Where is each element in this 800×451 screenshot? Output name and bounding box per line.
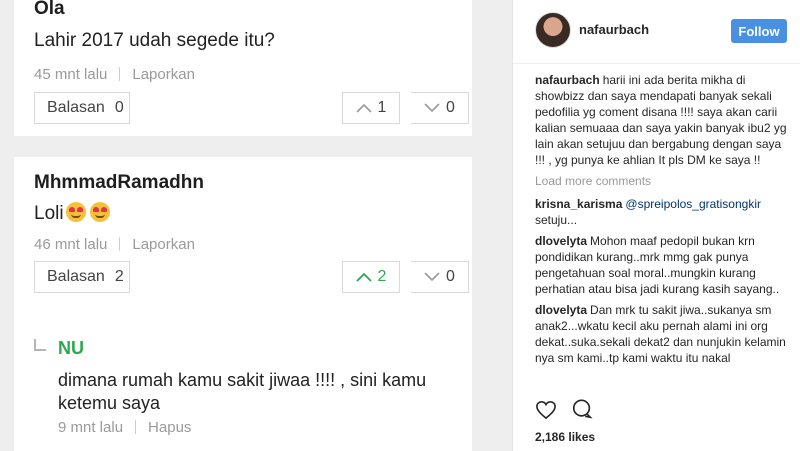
reply-author[interactable]: NU: [58, 338, 84, 359]
page-gutter: [472, 0, 512, 451]
reply-corner-icon: [34, 339, 46, 351]
divider: [119, 67, 121, 81]
upvote-count: 1: [377, 99, 387, 116]
heart-eyes-emoji: [89, 202, 110, 222]
arrow-down-icon: [424, 272, 440, 282]
arrow-up-icon: [355, 272, 372, 282]
instagram-post-panel: nafaurbach Follow nafaurbach harii ini ad…: [512, 0, 800, 451]
upvote-count: 2: [377, 268, 387, 285]
arrow-down-icon: [424, 103, 440, 113]
ig-comment: krisna_karisma @spreipolos_gratisongkirse…: [535, 196, 793, 228]
comment-time: 45 mnt lalu: [34, 66, 108, 83]
load-more-comments-link[interactable]: Load more comments: [535, 173, 793, 189]
comment-author[interactable]: Ola: [34, 0, 65, 20]
reply-text-line: dimana rumah kamu sakit jiwaa !!!! , sin…: [58, 370, 427, 390]
comment-meta: 45 mnt lalu Laporkan: [34, 66, 195, 83]
heart-icon[interactable]: [535, 400, 557, 425]
caption-username[interactable]: nafaurbach: [535, 73, 600, 87]
comment-time: 46 mnt lalu: [34, 236, 108, 253]
reply-count: 0: [114, 99, 124, 116]
downvote-count: 0: [446, 268, 455, 285]
downvote-button[interactable]: 0: [411, 261, 469, 293]
caption-text: harii ini ada berita mikha di showbizz d…: [535, 73, 787, 167]
post-username[interactable]: nafaurbach: [579, 22, 649, 37]
downvote-button[interactable]: 0: [411, 92, 469, 124]
heart-eyes-emoji: [65, 202, 86, 222]
reply-meta: 9 mnt lalu Hapus: [58, 419, 191, 436]
post-caption: nafaurbach harii ini ada berita mikha di …: [535, 72, 793, 168]
comment-thread: Ola Lahir 2017 udah segede itu? 45 mnt l…: [0, 0, 472, 451]
post-header: nafaurbach Follow: [513, 0, 800, 64]
comment-text-row: Loli: [34, 202, 110, 225]
comment-card: Ola Lahir 2017 udah segede itu? 45 mnt l…: [14, 0, 472, 136]
comment-text: setuju...: [535, 213, 578, 227]
delete-link[interactable]: Hapus: [148, 419, 191, 436]
divider: [119, 237, 121, 251]
comment-text: Lahir 2017 udah segede itu?: [34, 30, 275, 51]
comment-icon[interactable]: [571, 398, 594, 425]
report-link[interactable]: Laporkan: [132, 66, 195, 83]
ig-comment: dlovelyta Mohon maaf pedopil bukan krn po…: [535, 233, 793, 297]
post-actions: [535, 398, 795, 424]
upvote-button[interactable]: 2: [342, 261, 400, 293]
reply-time: 9 mnt lalu: [58, 419, 124, 436]
comment-meta: 46 mnt lalu Laporkan: [34, 236, 195, 253]
ig-comment: dlovelyta Dan mrk tu sakit jiwa..sukanya …: [535, 302, 793, 366]
reply-count: 2: [114, 268, 124, 285]
comment-username[interactable]: krisna_karisma: [535, 197, 622, 211]
comment-author[interactable]: MhmmadRamadhn: [34, 172, 204, 194]
reply-text-line: ketemu saya: [58, 393, 161, 413]
follow-button[interactable]: Follow: [731, 19, 787, 43]
reply-button[interactable]: Balasan 0: [34, 92, 130, 124]
reply-button[interactable]: Balasan 2: [34, 261, 130, 293]
avatar[interactable]: [535, 12, 571, 48]
reply-label: Balasan: [47, 268, 105, 285]
post-comments: nafaurbach harii ini ada berita mikha di …: [535, 72, 793, 390]
comment-username[interactable]: dlovelyta: [535, 234, 587, 248]
upvote-button[interactable]: 1: [342, 92, 400, 124]
reply-label: Balasan: [47, 99, 105, 116]
comment-card: MhmmadRamadhn Loli 46 mnt lalu Laporkan B…: [14, 157, 472, 451]
divider: [135, 420, 137, 434]
comment-text: Loli: [34, 203, 64, 224]
likes-count[interactable]: 2,186 likes: [535, 430, 595, 444]
arrow-up-icon: [355, 103, 372, 113]
comment-mention[interactable]: @spreipolos_gratisongkir: [625, 197, 761, 211]
comment-username[interactable]: dlovelyta: [535, 303, 587, 317]
downvote-count: 0: [446, 99, 455, 116]
report-link[interactable]: Laporkan: [132, 236, 195, 253]
